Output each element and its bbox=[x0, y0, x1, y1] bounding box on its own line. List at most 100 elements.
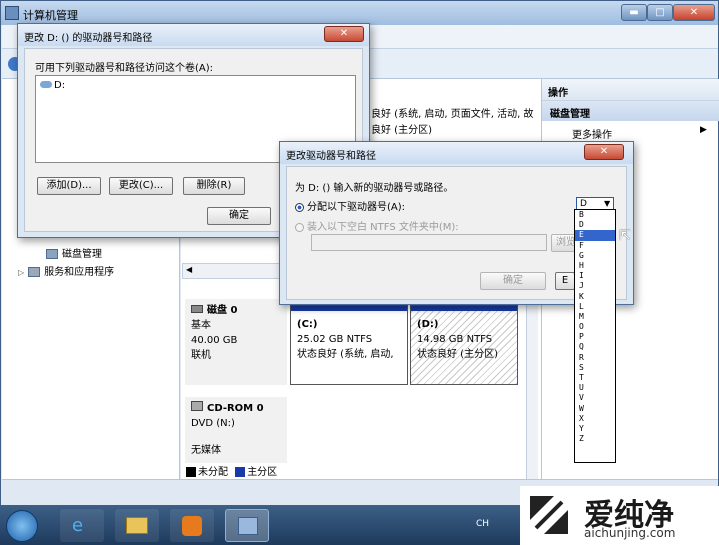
drive-letter-option[interactable]: T bbox=[575, 373, 615, 383]
folder-icon bbox=[126, 517, 148, 534]
drive-letter-dropdown-list[interactable]: BDEFGHIJKLMOPQRSTUVWXYZ bbox=[574, 209, 616, 463]
partition-d[interactable]: (D:) 14.98 GB NTFS 状态良好 (主分区) bbox=[410, 305, 518, 385]
radio-selected-icon[interactable] bbox=[295, 202, 304, 212]
vertical-scrollbar[interactable] bbox=[526, 297, 538, 481]
watermark-logo: 爱纯净 aichunjing.com bbox=[520, 486, 719, 545]
cdrom-info[interactable]: CD-ROM 0 DVD (N:) 无媒体 bbox=[185, 397, 287, 463]
dialog1-prompt: 可用下列驱动器号和路径访问这个卷(A): bbox=[35, 63, 214, 74]
selected-letter: D bbox=[580, 199, 587, 209]
dialog1-titlebar[interactable]: 更改 D: () 的驱动器号和路径 bbox=[18, 24, 369, 46]
media-player-icon bbox=[182, 516, 202, 536]
actions-header: 操作 bbox=[542, 79, 719, 101]
close-button[interactable]: ✕ bbox=[673, 4, 715, 21]
tree-item-disk-management[interactable]: 磁盘管理 bbox=[46, 245, 102, 260]
drive-letter-option[interactable]: Z bbox=[575, 434, 615, 444]
disk0-name: 磁盘 0 bbox=[207, 305, 238, 316]
taskbar-explorer-button[interactable] bbox=[115, 509, 159, 542]
language-indicator[interactable]: CH bbox=[476, 519, 489, 529]
expand-icon[interactable]: ▷ bbox=[18, 268, 24, 277]
cdrom-name: CD-ROM 0 bbox=[207, 403, 264, 414]
legend-primary: 主分区 bbox=[247, 467, 278, 478]
main-titlebar[interactable]: 计算机管理 ▬ □ ✕ bbox=[1, 1, 718, 25]
drive-letter-option[interactable]: E bbox=[575, 230, 615, 241]
drive-letter-option[interactable]: B bbox=[575, 210, 615, 220]
drive-letter-option[interactable]: Q bbox=[575, 342, 615, 352]
legend: 未分配 主分区 bbox=[186, 463, 278, 478]
drive-letter-option[interactable]: F bbox=[575, 241, 615, 251]
arrow-right-icon: ▶ bbox=[700, 125, 707, 135]
radio-mount-folder-label: 装入以下空白 NTFS 文件夹中(M): bbox=[307, 222, 459, 233]
radio-assign-letter[interactable]: 分配以下驱动器号(A): bbox=[295, 198, 405, 213]
disk0-heading: 磁盘 0 bbox=[191, 303, 281, 318]
change-button[interactable]: 更改(C)... bbox=[109, 177, 173, 195]
path-list-item[interactable]: D: bbox=[40, 80, 65, 91]
disk0-type: 基本 bbox=[191, 320, 211, 331]
dialog1-close-button[interactable]: ✕ bbox=[324, 26, 364, 42]
dialog2-cancel-button[interactable]: E bbox=[555, 272, 575, 290]
tree-label-services: 服务和应用程序 bbox=[44, 267, 115, 278]
drive-letter-option[interactable]: X bbox=[575, 414, 615, 424]
drive-letter-option[interactable]: D bbox=[575, 220, 615, 230]
drive-letter-option[interactable]: Y bbox=[575, 424, 615, 434]
action-more-actions[interactable]: 更多操作 ▶ bbox=[542, 122, 719, 142]
drive-letter-option[interactable]: R bbox=[575, 353, 615, 363]
folder-path-input[interactable] bbox=[311, 234, 547, 251]
drive-icon bbox=[40, 81, 52, 88]
drive-letter-option[interactable]: M bbox=[575, 312, 615, 322]
dialog2-ok-button[interactable]: 确定 bbox=[480, 272, 546, 290]
more-actions-label: 更多操作 bbox=[572, 130, 612, 141]
radio-unselected-icon[interactable] bbox=[295, 222, 304, 232]
taskbar-ie-button[interactable]: e bbox=[60, 509, 104, 542]
action-disk-management[interactable]: 磁盘管理 bbox=[542, 101, 719, 121]
drive-letter-option[interactable]: L bbox=[575, 302, 615, 312]
delete-button[interactable]: 删除(R) bbox=[183, 177, 245, 195]
drive-letter-option[interactable]: H bbox=[575, 261, 615, 271]
partition-c[interactable]: (C:) 25.02 GB NTFS 状态良好 (系统, 启动, bbox=[290, 305, 408, 385]
drive-letter-option[interactable]: I bbox=[575, 271, 615, 281]
disk0-info[interactable]: 磁盘 0 基本 40.00 GB 联机 bbox=[185, 299, 287, 385]
mouse-cursor-icon: ⇱ bbox=[619, 228, 631, 244]
drive-letter-option[interactable]: J bbox=[575, 281, 615, 291]
drive-letter-option[interactable]: G bbox=[575, 251, 615, 261]
radio-mount-folder[interactable]: 装入以下空白 NTFS 文件夹中(M): bbox=[295, 218, 459, 233]
minimize-button[interactable]: ▬ bbox=[621, 4, 647, 21]
partition-d-label: (D:) bbox=[417, 319, 439, 330]
start-button[interactable] bbox=[6, 510, 38, 542]
drive-letter-option[interactable]: K bbox=[575, 292, 615, 302]
primary-partition-bar bbox=[291, 306, 407, 311]
drive-letter-option[interactable]: O bbox=[575, 322, 615, 332]
partition-c-status: 状态良好 (系统, 启动, bbox=[297, 349, 394, 360]
add-button[interactable]: 添加(D)... bbox=[37, 177, 101, 195]
partition-c-size: 25.02 GB NTFS bbox=[297, 334, 373, 345]
dialog1-ok-button[interactable]: 确定 bbox=[207, 207, 271, 225]
maximize-button[interactable]: □ bbox=[647, 4, 673, 21]
computer-management-icon bbox=[238, 517, 258, 535]
partition-c-label: (C:) bbox=[297, 319, 318, 330]
path-list-item-label: D: bbox=[54, 80, 66, 91]
cdrom-icon bbox=[191, 401, 203, 411]
dialog2-prompt: 为 D: () 输入新的驱动器号或路径。 bbox=[295, 183, 454, 194]
services-icon bbox=[28, 267, 41, 277]
tree-item-services[interactable]: ▷ 服务和应用程序 bbox=[18, 263, 115, 278]
drive-letter-option[interactable]: V bbox=[575, 393, 615, 403]
hard-disk-icon bbox=[191, 305, 203, 313]
cdrom-drive: DVD (N:) bbox=[191, 418, 235, 429]
cdrom-media: 无媒体 bbox=[191, 445, 221, 456]
cdrom-heading: CD-ROM 0 bbox=[191, 401, 281, 416]
drive-letter-option[interactable]: U bbox=[575, 383, 615, 393]
taskbar-computer-management-button[interactable] bbox=[225, 509, 269, 542]
computer-management-icon bbox=[5, 6, 19, 20]
legend-swatch-primary bbox=[235, 467, 246, 477]
main-title: 计算机管理 bbox=[23, 9, 78, 22]
dialog2-close-button[interactable]: ✕ bbox=[584, 144, 624, 160]
drive-letter-option[interactable]: P bbox=[575, 332, 615, 342]
legend-unallocated: 未分配 bbox=[198, 467, 228, 478]
legend-swatch-unallocated bbox=[186, 467, 196, 477]
primary-partition-bar bbox=[411, 306, 517, 311]
drive-letter-option[interactable]: S bbox=[575, 363, 615, 373]
dialog2-titlebar[interactable]: 更改驱动器号和路径 bbox=[280, 142, 633, 164]
brand-url: aichunjing.com bbox=[584, 526, 676, 540]
drive-letter-option[interactable]: W bbox=[575, 404, 615, 414]
radio-assign-letter-label: 分配以下驱动器号(A): bbox=[307, 202, 406, 213]
taskbar-media-button[interactable] bbox=[170, 509, 214, 542]
